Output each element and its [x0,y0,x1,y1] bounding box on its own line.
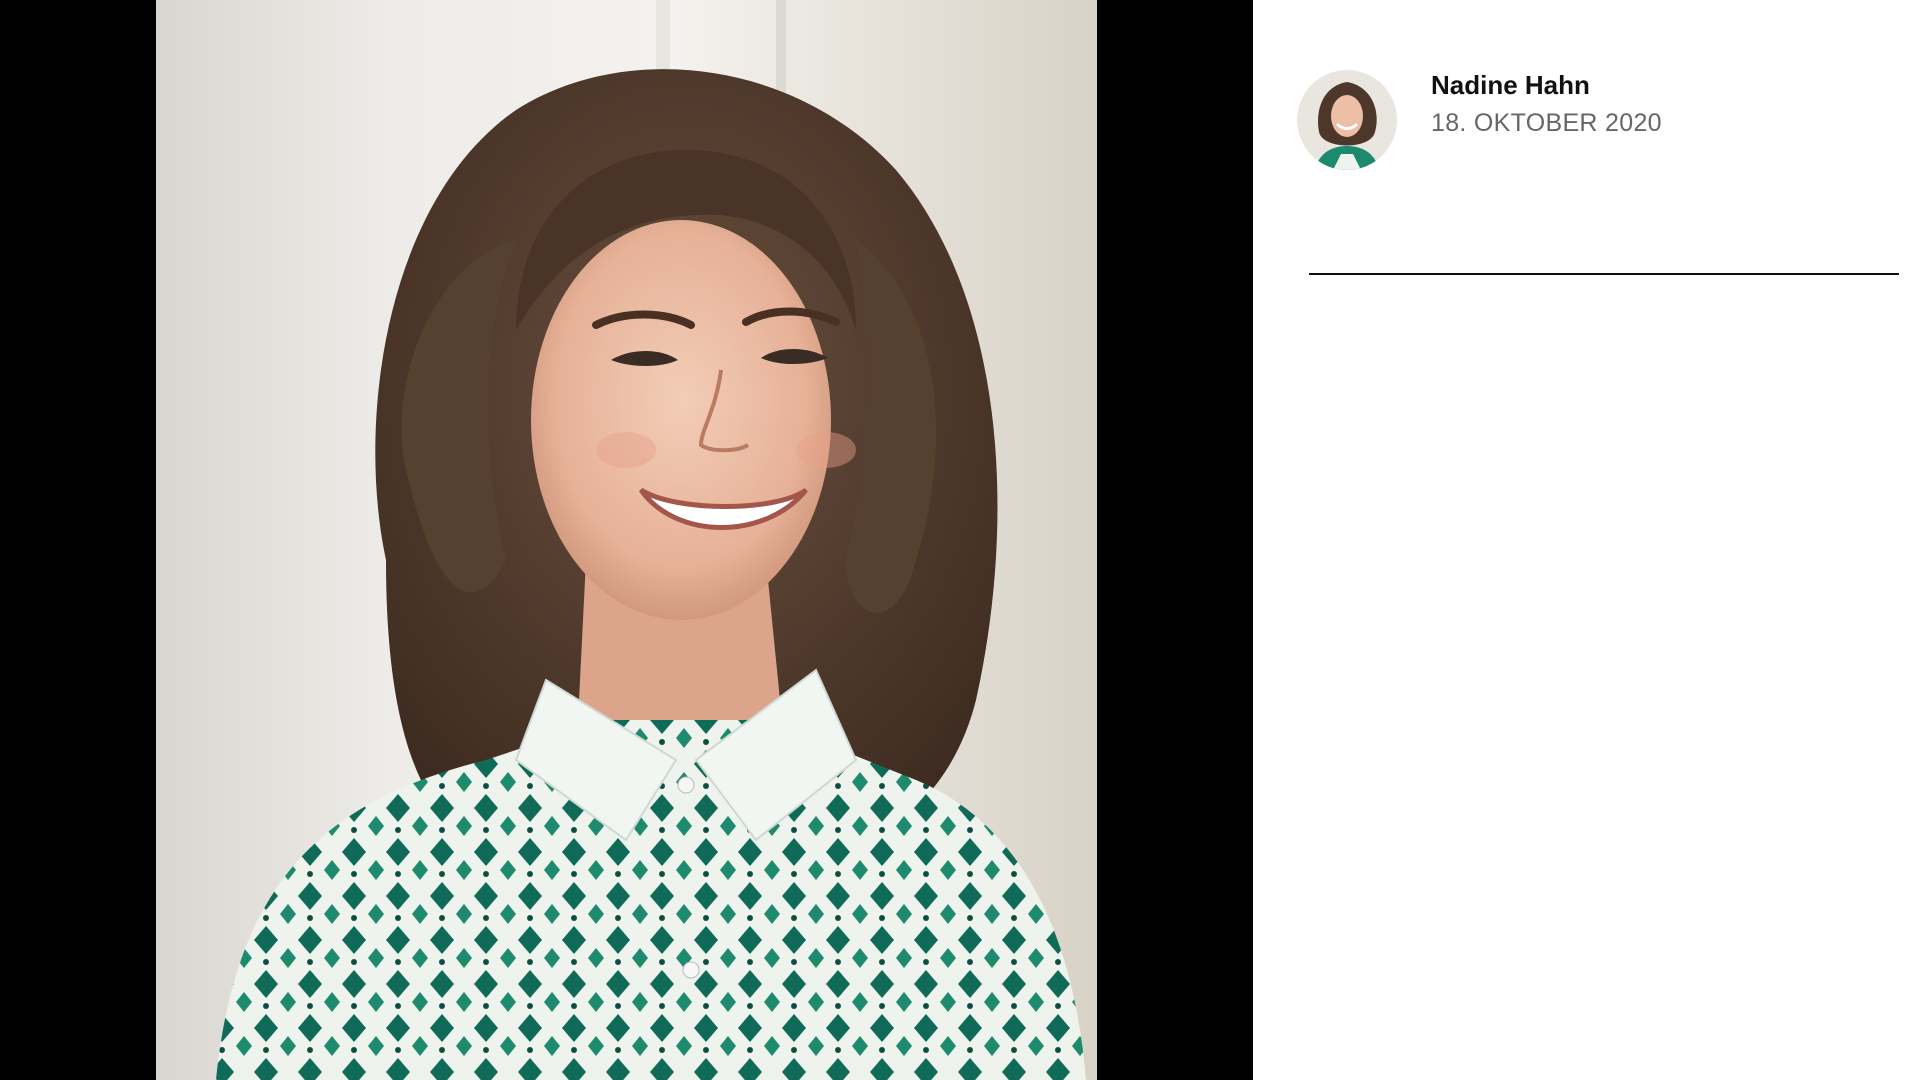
author-row: Nadine Hahn 18. OKTOBER 2020 [1297,70,1662,170]
post-lightbox: Nadine Hahn 18. OKTOBER 2020 [0,0,1920,1080]
author-meta: Nadine Hahn 18. OKTOBER 2020 [1431,70,1662,138]
portrait-avatar-icon [1297,70,1397,170]
post-photo[interactable] [156,0,1097,1080]
author-avatar[interactable] [1297,70,1397,170]
author-name-link[interactable]: Nadine Hahn [1431,70,1662,100]
media-stage [0,0,1253,1080]
post-info-panel: Nadine Hahn 18. OKTOBER 2020 [1253,0,1920,1080]
portrait-photo-illustration [156,0,1097,1080]
divider [1309,273,1899,275]
post-date: 18. OKTOBER 2020 [1431,109,1662,137]
